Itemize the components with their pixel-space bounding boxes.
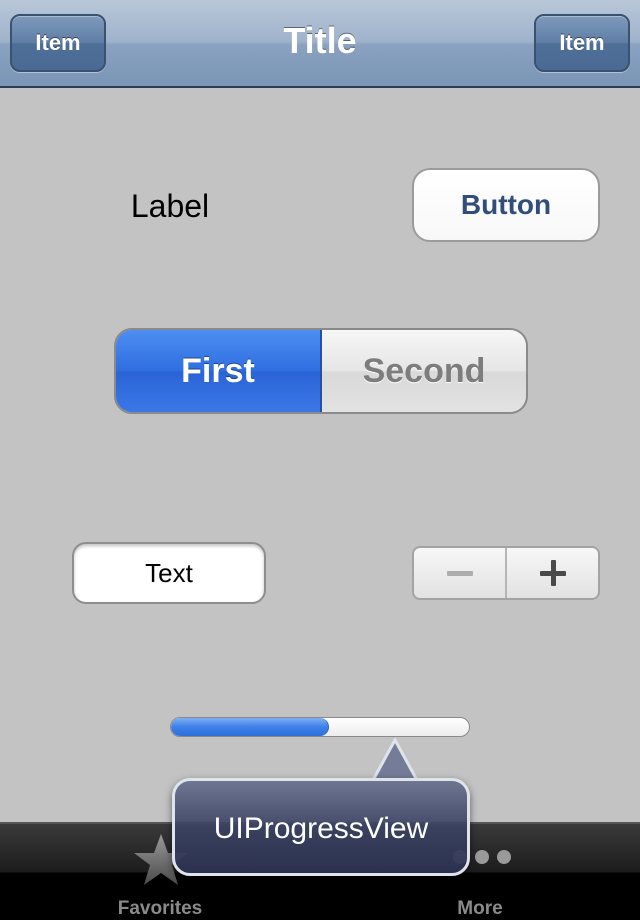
left-bar-button[interactable]: Item xyxy=(10,14,106,72)
navigation-bar: Item Title Item xyxy=(0,0,640,88)
text-field[interactable]: Text xyxy=(72,542,266,604)
tab-label-more: More xyxy=(457,898,503,919)
stepper-plus-button[interactable] xyxy=(507,548,598,598)
label: Label xyxy=(130,188,210,224)
right-bar-button[interactable]: Item xyxy=(534,14,630,72)
progress-fill xyxy=(171,718,329,736)
segment-first[interactable]: First xyxy=(116,330,322,412)
callout-text: UIProgressView xyxy=(213,812,429,845)
segment-second[interactable]: Second xyxy=(322,330,526,412)
rounded-button[interactable]: Button xyxy=(412,168,600,242)
segmented-control: First Second xyxy=(114,328,528,414)
tab-label-favorites: Favorites xyxy=(117,898,203,919)
nav-title: Title xyxy=(283,20,357,61)
progress-view xyxy=(170,717,470,737)
stepper xyxy=(412,546,600,600)
callout-tooltip: UIProgressView xyxy=(172,778,470,876)
minus-icon xyxy=(446,571,473,576)
callout-arrow xyxy=(370,738,420,782)
stepper-minus-button[interactable] xyxy=(414,548,507,598)
